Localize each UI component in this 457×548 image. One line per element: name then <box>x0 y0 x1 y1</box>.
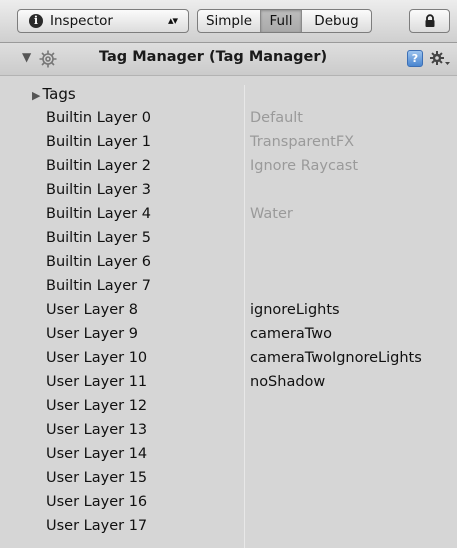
layer-row: Builtin Layer 4 Water <box>0 206 457 230</box>
layer-row: User Layer 16 <box>0 494 457 518</box>
layer-row: User Layer 13 <box>0 422 457 446</box>
layer-name-label: User Layer 10 <box>46 350 148 366</box>
lock-button[interactable] <box>409 9 450 33</box>
layer-name-label: Builtin Layer 1 <box>46 134 151 150</box>
layer-value-field[interactable]: ignoreLights <box>250 302 340 318</box>
layer-name-label: User Layer 11 <box>46 374 148 390</box>
settings-gear-icon <box>39 50 57 68</box>
layer-name-label: Builtin Layer 4 <box>46 206 151 222</box>
inspector-label: Inspector <box>50 13 113 29</box>
foldout-arrow-icon[interactable]: ▼ <box>22 50 31 64</box>
inspector-toolbar: i Inspector ▴▾ Simple Full Debug <box>0 0 457 43</box>
layer-name-label: Builtin Layer 0 <box>46 110 151 126</box>
layer-name-label: Builtin Layer 7 <box>46 278 151 294</box>
layer-name-label: User Layer 13 <box>46 422 148 438</box>
layer-row: Builtin Layer 7 <box>0 278 457 302</box>
layer-name-label: Builtin Layer 2 <box>46 158 151 174</box>
mode-simple-button[interactable]: Simple <box>198 10 261 32</box>
component-context-menu-gear-icon[interactable] <box>429 50 451 68</box>
mode-full-button[interactable]: Full <box>261 10 302 32</box>
help-book-icon[interactable]: ? <box>407 50 423 67</box>
layer-value-field: Default <box>250 110 303 126</box>
layer-row: User Layer 12 <box>0 398 457 422</box>
layer-value-field: TransparentFX <box>250 134 355 150</box>
layer-name-label: User Layer 16 <box>46 494 148 510</box>
layer-row: User Layer 14 <box>0 446 457 470</box>
inspector-tab-dropdown[interactable]: i Inspector ▴▾ <box>17 9 189 33</box>
layer-name-label: User Layer 12 <box>46 398 148 414</box>
layer-row: User Layer 10 cameraTwoIgnoreLights <box>0 350 457 374</box>
layer-value-field: Ignore Raycast <box>250 158 359 174</box>
layer-name-label: User Layer 9 <box>46 326 138 342</box>
layer-row: User Layer 9 cameraTwo <box>0 326 457 350</box>
layer-value-field[interactable]: cameraTwoIgnoreLights <box>250 350 422 366</box>
component-header: ▼ Tag Manager (Tag Manager) ? <box>0 43 457 76</box>
collapsed-arrow-icon: ▶ <box>32 89 41 102</box>
layer-row: User Layer 17 <box>0 518 457 542</box>
layer-row: User Layer 8 ignoreLights <box>0 302 457 326</box>
tags-foldout[interactable]: ▶ Tags <box>32 85 76 103</box>
layer-row: Builtin Layer 5 <box>0 230 457 254</box>
info-icon: i <box>29 14 43 28</box>
mode-segmented-control: Simple Full Debug <box>197 9 372 33</box>
layer-row: Builtin Layer 6 <box>0 254 457 278</box>
layer-row: User Layer 11 noShadow <box>0 374 457 398</box>
layer-name-label: User Layer 15 <box>46 470 148 486</box>
layer-row: User Layer 15 <box>0 470 457 494</box>
layer-row: Builtin Layer 1 TransparentFX <box>0 134 457 158</box>
layer-name-label: Builtin Layer 6 <box>46 254 151 270</box>
mode-debug-button[interactable]: Debug <box>302 10 371 32</box>
up-down-arrows-icon: ▴▾ <box>168 14 178 27</box>
layer-name-label: User Layer 8 <box>46 302 138 318</box>
layer-value-field[interactable]: noShadow <box>250 374 325 390</box>
layer-row: Builtin Layer 2 Ignore Raycast <box>0 158 457 182</box>
tags-label: Tags <box>42 85 76 103</box>
layer-name-label: Builtin Layer 5 <box>46 230 151 246</box>
layer-row: Builtin Layer 0 Default <box>0 110 457 134</box>
layer-value-field[interactable]: cameraTwo <box>250 326 332 342</box>
layer-name-label: User Layer 14 <box>46 446 148 462</box>
layer-row: Builtin Layer 3 <box>0 182 457 206</box>
lock-icon <box>425 14 435 27</box>
layer-name-label: User Layer 17 <box>46 518 148 534</box>
layer-name-label: Builtin Layer 3 <box>46 182 151 198</box>
component-title: Tag Manager (Tag Manager) <box>99 49 328 65</box>
layer-value-field: Water <box>250 206 293 222</box>
